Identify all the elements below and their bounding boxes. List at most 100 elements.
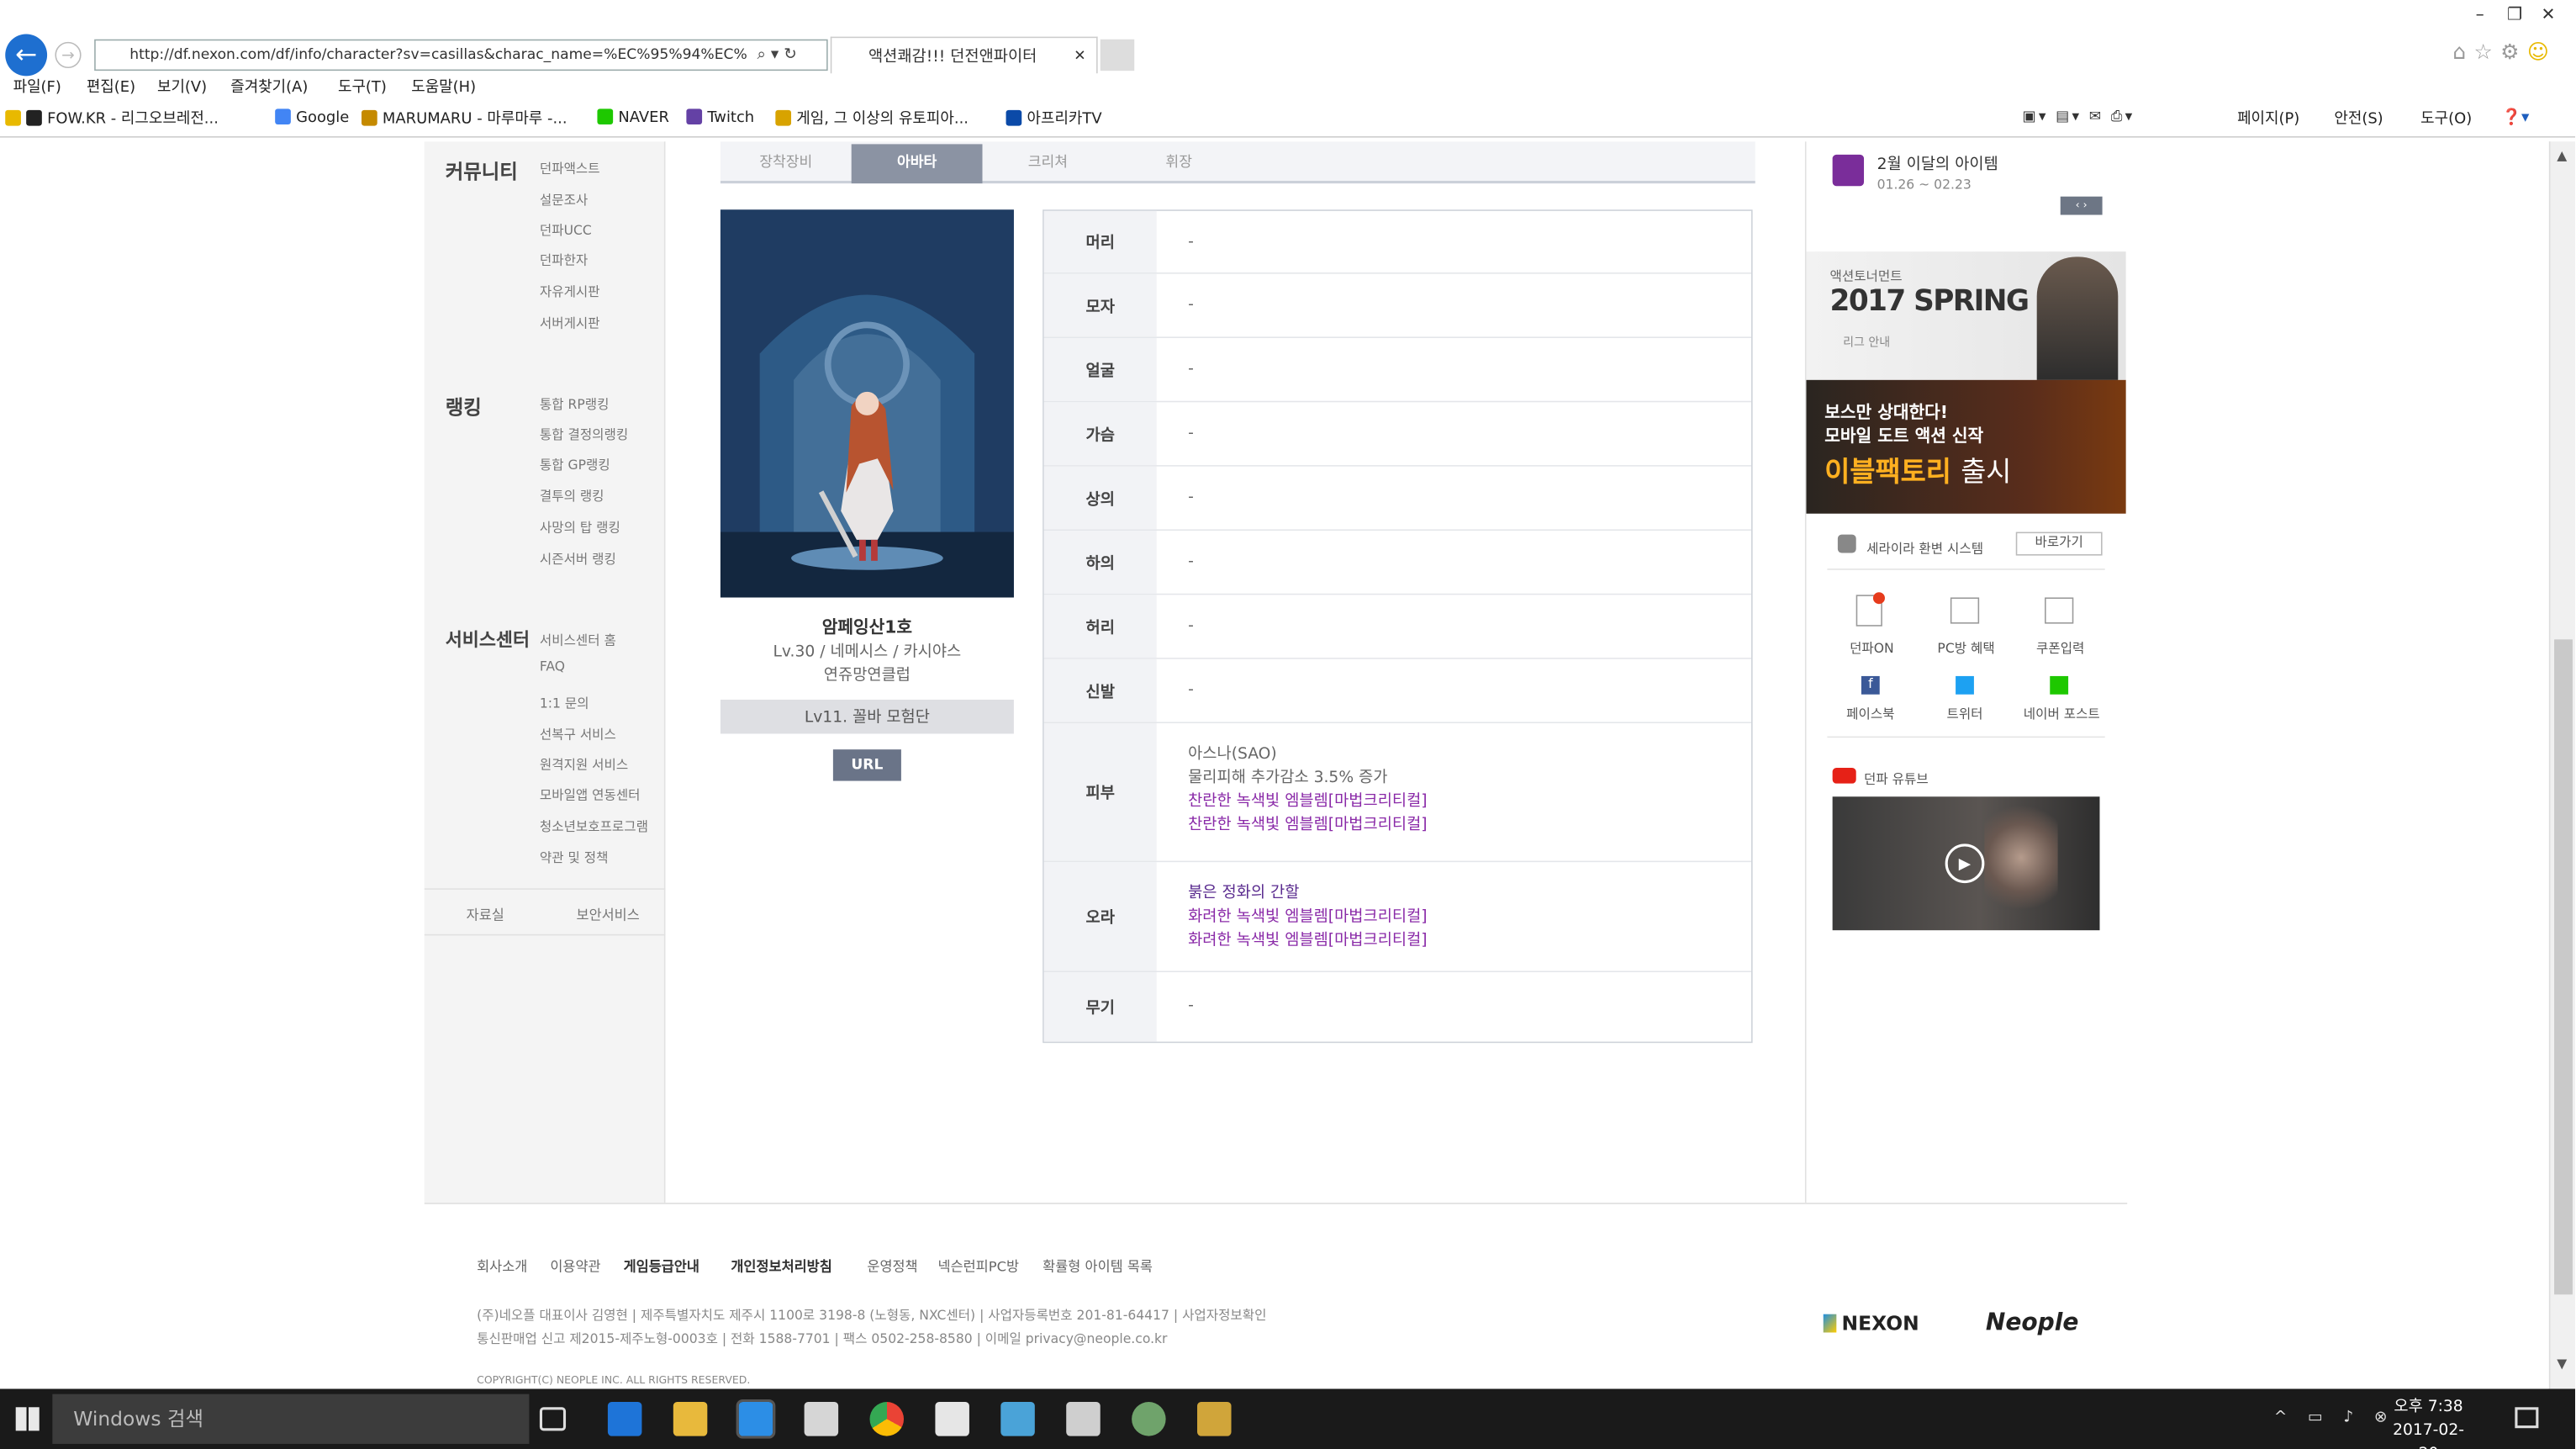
tab-equipment[interactable]: 장착장비 bbox=[721, 144, 852, 183]
lnb-item[interactable]: 설문조사 bbox=[540, 188, 588, 209]
lnb-item[interactable]: 약관 및 정책 bbox=[540, 846, 609, 866]
favorite-item[interactable]: 아프리카TV bbox=[1006, 108, 1102, 129]
game-icon[interactable] bbox=[1197, 1402, 1232, 1436]
lnb-item[interactable]: 서비스센터 홈 bbox=[540, 629, 616, 648]
lnb-item[interactable]: 청소년보호프로그램 bbox=[540, 815, 648, 834]
lnb-item[interactable]: 통합 GP랭킹 bbox=[540, 453, 610, 473]
help-icon[interactable]: ❓▾ bbox=[2502, 108, 2530, 126]
lnb-community-title[interactable]: 커뮤니티 bbox=[446, 157, 518, 185]
store-icon[interactable] bbox=[804, 1402, 839, 1436]
favorite-item[interactable]: Twitch bbox=[686, 108, 754, 126]
menu-file[interactable]: 파일(F) bbox=[13, 76, 61, 97]
quick-dfon[interactable]: 던파ON bbox=[1845, 637, 1898, 656]
footer-link[interactable]: 회사소개 bbox=[477, 1256, 527, 1276]
lnb-item[interactable]: FAQ bbox=[540, 660, 565, 674]
quick-pcbang[interactable]: PC방 혜택 bbox=[1932, 637, 2000, 656]
lnb-item[interactable]: 던파UCC bbox=[540, 219, 592, 238]
menu-tools[interactable]: 도구(T) bbox=[338, 76, 387, 97]
footer-link[interactable]: 확률형 아이템 목록 bbox=[1043, 1256, 1153, 1276]
go-button[interactable]: 바로가기 bbox=[2015, 531, 2103, 556]
dfon-icon[interactable] bbox=[1855, 592, 1885, 627]
evil-factory-banner[interactable]: 보스만 상대한다! 모바일 도트 액션 신작 이블팩토리 출시 bbox=[1806, 379, 2126, 514]
app-icon[interactable] bbox=[1132, 1402, 1166, 1436]
lnb-item[interactable]: 통합 결정의랭킹 bbox=[540, 423, 628, 442]
tab-close-icon[interactable]: ✕ bbox=[1074, 38, 1085, 75]
footer-link[interactable]: 운영정책 bbox=[867, 1256, 917, 1276]
pcbang-icon[interactable] bbox=[1950, 597, 1980, 624]
monthly-nav-buttons[interactable]: ‹ › bbox=[2060, 196, 2103, 215]
youtube-video[interactable]: ▶ bbox=[1832, 796, 2100, 931]
notification-icon[interactable] bbox=[2515, 1407, 2539, 1429]
quick-facebook[interactable]: 페이스북 bbox=[1838, 702, 1903, 722]
windows-start-icon[interactable] bbox=[15, 1407, 40, 1431]
play-icon[interactable]: ▶ bbox=[1945, 843, 1985, 884]
mail-icon[interactable] bbox=[935, 1402, 969, 1436]
menu-edit[interactable]: 편집(E) bbox=[87, 76, 135, 97]
command-safety[interactable]: 안전(S) bbox=[2334, 108, 2383, 129]
address-bar[interactable]: http://df.nexon.com/df/info/character?sv… bbox=[94, 39, 828, 71]
favorite-item[interactable]: NAVER bbox=[597, 108, 669, 126]
footer-link[interactable]: 이용약관 bbox=[550, 1256, 600, 1276]
ie-icon[interactable] bbox=[736, 1399, 776, 1439]
lnb-service-title[interactable]: 서비스센터 bbox=[446, 627, 530, 653]
coupon-icon[interactable] bbox=[2045, 597, 2074, 624]
lnb-item[interactable]: 던파한자 bbox=[540, 249, 588, 268]
favorite-item[interactable]: MARUMARU - 마루마루 -... bbox=[362, 108, 567, 129]
favorite-item[interactable]: Google bbox=[275, 108, 349, 126]
command-tools[interactable]: 도구(O) bbox=[2420, 108, 2472, 129]
quick-twitter[interactable]: 트위터 bbox=[1937, 702, 1992, 722]
tray-icons[interactable]: ^ ▭ ♪ ⊗ bbox=[2274, 1407, 2395, 1425]
taskbar-search[interactable]: Windows 검색 bbox=[52, 1393, 530, 1444]
search-icon[interactable]: ⌕ ▾ ↻ bbox=[757, 45, 797, 64]
chrome-icon[interactable] bbox=[869, 1402, 905, 1436]
favorite-item[interactable]: FOW.KR - 리그오브레전... bbox=[5, 108, 219, 129]
task-view-icon[interactable] bbox=[539, 1407, 567, 1431]
facebook-icon[interactable]: f bbox=[1861, 675, 1880, 695]
scroll-up-icon[interactable]: ▲ bbox=[2557, 150, 2567, 164]
footer-link[interactable]: 게임등급안내 bbox=[624, 1256, 699, 1276]
favorite-item[interactable]: 게임, 그 이상의 유토피아... bbox=[775, 108, 969, 129]
lnb-item[interactable]: 1:1 문의 bbox=[540, 692, 589, 711]
lnb-ranking-title[interactable]: 랭킹 bbox=[446, 393, 482, 420]
url-button[interactable]: URL bbox=[832, 749, 901, 781]
calculator-icon[interactable] bbox=[1066, 1402, 1101, 1436]
lnb-bottom-security[interactable]: 보안서비스 bbox=[577, 906, 640, 925]
lnb-item[interactable]: 통합 RP랭킹 bbox=[540, 393, 610, 413]
footer-link[interactable]: 개인정보처리방침 bbox=[731, 1256, 831, 1276]
lnb-item[interactable]: 시즌서버 랭킹 bbox=[540, 547, 616, 567]
lnb-item[interactable]: 모바일앱 연동센터 bbox=[540, 784, 641, 803]
restore-icon[interactable]: ❐ bbox=[2507, 5, 2522, 24]
menu-help[interactable]: 도움말(H) bbox=[411, 76, 476, 97]
command-icons[interactable]: ▣▾ ▤▾ ✉ ⎙▾ bbox=[2023, 108, 2135, 126]
edge-icon[interactable] bbox=[607, 1402, 642, 1436]
page-scrollbar[interactable]: ▲ ▼ bbox=[2548, 141, 2576, 1389]
taskbar-clock[interactable]: 오후 7:38 2017-02-20 bbox=[2389, 1394, 2468, 1449]
quick-naver-post[interactable]: 네이버 포스트 bbox=[2021, 702, 2103, 722]
menu-favorites[interactable]: 즐겨찾기(A) bbox=[230, 76, 308, 97]
lnb-item[interactable]: 서버게시판 bbox=[540, 312, 600, 331]
lnb-item[interactable]: 결투의 랭킹 bbox=[540, 484, 604, 505]
lnb-item[interactable]: 사망의 탑 랭킹 bbox=[540, 516, 620, 536]
quick-coupon[interactable]: 쿠폰입력 bbox=[2026, 637, 2094, 656]
app-icon[interactable] bbox=[1000, 1402, 1035, 1436]
command-page[interactable]: 페이지(P) bbox=[2237, 108, 2299, 129]
lnb-item[interactable]: 선복구 서비스 bbox=[540, 723, 616, 743]
footer-link[interactable]: 넥슨런피PC방 bbox=[938, 1256, 1020, 1276]
tab-creature[interactable]: 크리쳐 bbox=[983, 144, 1114, 183]
new-tab-button[interactable] bbox=[1100, 39, 1135, 71]
scroll-down-icon[interactable]: ▼ bbox=[2557, 1357, 2567, 1372]
minimize-icon[interactable]: – bbox=[2476, 5, 2484, 24]
naver-post-icon[interactable] bbox=[2050, 675, 2069, 695]
menu-view[interactable]: 보기(V) bbox=[157, 76, 207, 97]
monthly-item-title[interactable]: 2월 이달의 아이템 bbox=[1877, 152, 1998, 174]
lnb-item[interactable]: 자유게시판 bbox=[540, 280, 600, 300]
tournament-banner[interactable]: 액션토너먼트 2017 SPRING 리그 안내 bbox=[1806, 251, 2126, 380]
tab-avatar[interactable]: 아바타 bbox=[851, 144, 983, 184]
lnb-bottom-archive[interactable]: 자료실 bbox=[467, 906, 504, 925]
scroll-thumb[interactable] bbox=[2554, 639, 2573, 1295]
explorer-icon[interactable] bbox=[673, 1402, 708, 1436]
twitter-icon[interactable] bbox=[1956, 675, 1974, 695]
lnb-item[interactable]: 던파액스트 bbox=[540, 157, 600, 177]
forward-button[interactable]: → bbox=[55, 41, 82, 69]
tab-active[interactable]: 액션쾌감!!! 던전앤파이터 ✕ bbox=[830, 36, 1098, 75]
